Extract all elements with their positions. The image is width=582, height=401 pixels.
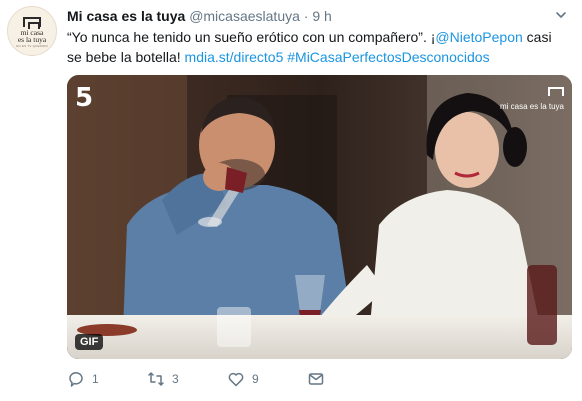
- mention-link[interactable]: @NietoPepon: [435, 29, 522, 45]
- tweet-header: Mi casa es la tuya @micasaeslatuya · 9 h: [67, 7, 332, 25]
- timestamp[interactable]: 9 h: [312, 8, 331, 24]
- avatar-subtext: NO ES TV QUERIDO: [16, 43, 48, 48]
- direct-message-button[interactable]: [307, 370, 325, 388]
- tweet-actions: 1 3 9: [67, 370, 387, 394]
- show-watermark: mi casa es la tuya: [500, 83, 564, 111]
- like-count: 9: [252, 372, 259, 386]
- separator: ·: [303, 8, 309, 24]
- tweet-text: “Yo nunca he tenido un sueño erótico con…: [67, 27, 567, 67]
- avatar-line-2: es la tuya: [17, 34, 47, 44]
- retweet-button[interactable]: 3: [147, 370, 179, 388]
- heart-icon: [228, 372, 244, 387]
- gif-media[interactable]: 5 mi casa es la tuya GIF: [67, 75, 572, 359]
- brand-logo-icon: [23, 16, 41, 29]
- display-name[interactable]: Mi casa es la tuya: [67, 8, 185, 24]
- tweet-text-main: “Yo nunca he tenido un sueño erótico con…: [67, 29, 436, 45]
- reply-count: 1: [92, 372, 99, 386]
- envelope-icon: [308, 373, 324, 385]
- like-button[interactable]: 9: [227, 370, 259, 388]
- reply-button[interactable]: 1: [67, 370, 99, 388]
- channel-logo: 5: [75, 83, 94, 113]
- retweet-icon: [148, 372, 164, 386]
- url-link[interactable]: mdia.st/directo5: [185, 49, 284, 65]
- chevron-down-icon[interactable]: [554, 8, 568, 22]
- gif-frame-image: [67, 75, 572, 359]
- watermark-logo-icon: [548, 87, 564, 96]
- avatar[interactable]: mi casa es la tuya NO ES TV QUERIDO: [7, 6, 57, 56]
- user-handle[interactable]: @micasaeslatuya: [189, 8, 300, 24]
- tweet: mi casa es la tuya NO ES TV QUERIDO Mi c…: [0, 0, 582, 401]
- reply-icon: [69, 372, 83, 387]
- hashtag-link[interactable]: #MiCasaPerfectosDesconocidos: [283, 49, 489, 65]
- watermark-text: mi casa es la tuya: [499, 102, 564, 111]
- gif-badge: GIF: [75, 334, 104, 350]
- retweet-count: 3: [172, 372, 179, 386]
